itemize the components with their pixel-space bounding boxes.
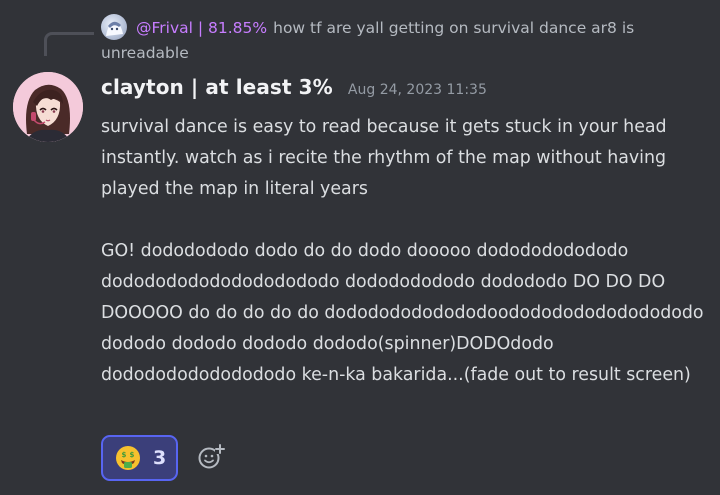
- reply-preview[interactable]: @Frival | 81.85% how tf are yall getting …: [101, 16, 681, 66]
- timestamp[interactable]: Aug 24, 2023 11:35: [348, 82, 487, 98]
- message-paragraph: GO! dododododo dodo do do dodo dooooo do…: [101, 241, 704, 385]
- avatar[interactable]: [13, 72, 83, 142]
- reaction-count: 3: [153, 447, 167, 469]
- reply-spine: [44, 32, 94, 56]
- message-header: clayton | at least 3% Aug 24, 2023 11:35: [101, 75, 487, 99]
- username[interactable]: clayton | at least 3%: [101, 75, 333, 99]
- add-reaction-icon[interactable]: [197, 443, 225, 471]
- svg-text:$: $: [130, 451, 135, 459]
- reaction-button[interactable]: $ $ 3: [101, 435, 178, 481]
- svg-text:$: $: [122, 451, 127, 459]
- message-paragraph: survival dance is easy to read because i…: [101, 117, 667, 199]
- reply-author[interactable]: @Frival | 81.85%: [136, 19, 267, 37]
- money-mouth-face-icon: $ $: [116, 446, 140, 470]
- message-content: survival dance is easy to read because i…: [101, 112, 713, 391]
- message: @Frival | 81.85% how tf are yall getting …: [0, 0, 720, 495]
